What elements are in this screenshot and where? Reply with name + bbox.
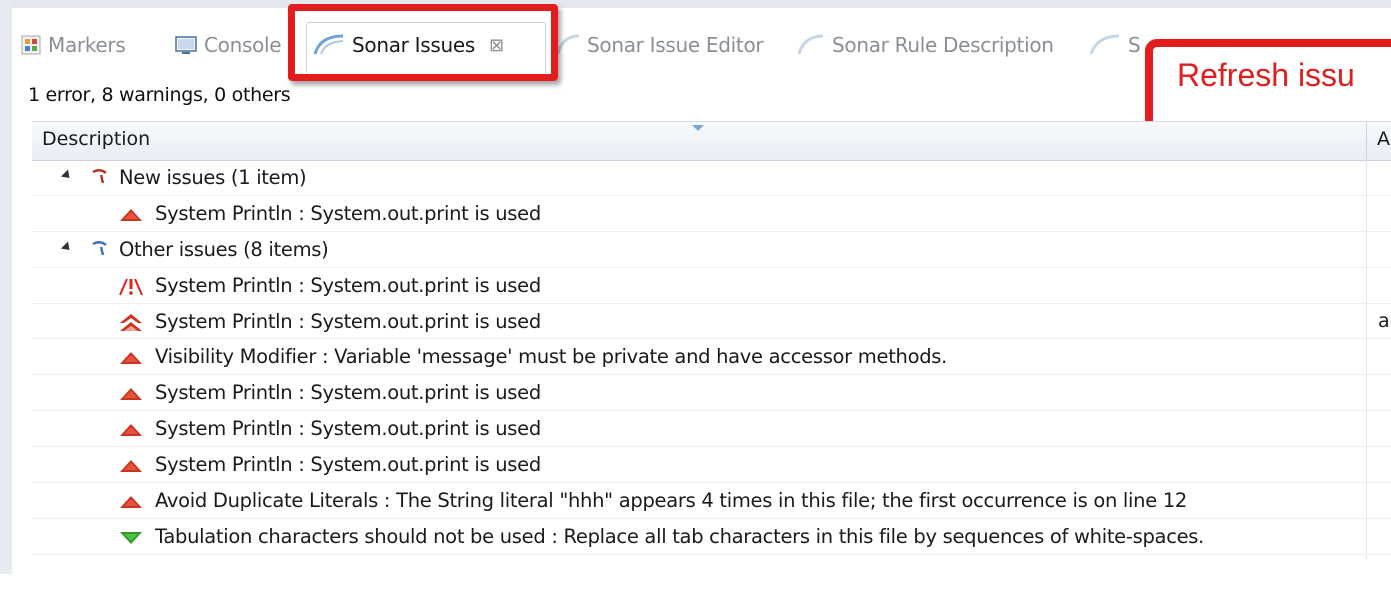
column-header-description[interactable]: Description <box>42 128 150 150</box>
sonar-issues-view: Markers Console Sonar Issues ⊠ Sonar Iss… <box>12 4 1391 574</box>
issue-description: Visibility Modifier : Variable 'message'… <box>155 345 948 369</box>
issue-description: System Println : System.out.print is use… <box>155 273 541 297</box>
issue-description: System Println : System.out.print is use… <box>155 201 541 225</box>
expanded-twistie-icon[interactable] <box>60 169 74 182</box>
issue-description: Tabulation characters should not be used… <box>155 524 1205 548</box>
sonar-icon <box>796 32 826 58</box>
sonar-icon <box>555 32 581 58</box>
tab-console[interactable]: Console <box>174 30 292 60</box>
table-row[interactable]: System Println : System.out.print is use… <box>32 411 1391 448</box>
issue-summary: 1 error, 8 warnings, 0 others <box>28 84 291 106</box>
major-severity-icon <box>118 491 144 515</box>
table-body: New issues (1 item) System Println : Sys… <box>32 160 1391 591</box>
window-frame-left <box>0 0 12 574</box>
markers-icon <box>20 34 42 56</box>
callout-text: Refresh issu <box>1177 57 1355 93</box>
group-label: Other issues (8 items) <box>119 237 329 261</box>
tab-sonar-issues[interactable]: Sonar Issues ⊠ <box>312 30 504 60</box>
tab-label: Sonar Issue Editor <box>587 33 764 57</box>
major-severity-icon <box>118 383 144 407</box>
table-row[interactable]: System Println : System.out.print is use… <box>32 268 1391 304</box>
group-label: New issues (1 item) <box>119 165 307 189</box>
issue-description: System Println : System.out.print is use… <box>155 417 541 441</box>
table-row[interactable]: System Println : System.out.print is use… <box>32 375 1391 412</box>
tab-sonar-more[interactable]: S <box>1088 30 1141 60</box>
new-issues-icon <box>90 166 110 190</box>
issue-description: System Println : System.out.print is use… <box>155 453 541 477</box>
close-tab-icon[interactable]: ⊠ <box>489 35 504 56</box>
column-header-second[interactable]: A <box>1377 128 1390 150</box>
console-icon <box>174 34 198 56</box>
major-severity-icon <box>118 419 144 443</box>
tab-markers[interactable]: Markers <box>20 30 126 60</box>
column-divider[interactable] <box>1366 122 1367 160</box>
table-row[interactable]: Tabulation characters should not be used… <box>32 519 1391 555</box>
sort-indicator-icon <box>692 125 704 131</box>
tab-label: Sonar Issues <box>352 33 475 57</box>
major-severity-icon <box>118 204 144 228</box>
table-header: Description A <box>32 121 1391 161</box>
tab-label: Console <box>204 33 282 57</box>
major-severity-icon <box>118 347 144 371</box>
other-issues-icon <box>90 238 110 262</box>
table-row-empty <box>32 555 1391 591</box>
table-row[interactable]: System Println : System.out.print is use… <box>32 447 1391 484</box>
table-row-group-other-issues[interactable]: Other issues (8 items) <box>32 232 1391 268</box>
table-row[interactable]: Avoid Duplicate Literals : The String li… <box>32 483 1391 519</box>
table-row-group-new-issues[interactable]: New issues (1 item) <box>32 160 1391 196</box>
table-row[interactable]: Visibility Modifier : Variable 'message'… <box>32 339 1391 376</box>
blocker-severity-icon <box>118 276 144 302</box>
issue-description: System Println : System.out.print is use… <box>155 309 541 333</box>
tab-label: Markers <box>48 33 126 57</box>
issue-extra-column: a <box>1378 310 1390 332</box>
table-row[interactable]: System Println : System.out.print is use… <box>32 304 1391 340</box>
major-severity-icon <box>118 455 144 479</box>
issues-table: Description A New issues (1 item) System… <box>32 121 1391 561</box>
tab-label: S <box>1128 33 1141 57</box>
minor-severity-icon <box>118 527 144 551</box>
tab-label: Sonar Rule Description <box>832 33 1054 57</box>
issue-description: Avoid Duplicate Literals : The String li… <box>155 488 1188 512</box>
critical-severity-icon <box>118 312 144 338</box>
sonar-icon <box>1088 32 1122 58</box>
sonar-icon <box>312 32 346 58</box>
window-frame-top <box>0 0 1391 8</box>
table-row[interactable]: System Println : System.out.print is use… <box>32 196 1391 232</box>
tab-sonar-issue-editor[interactable]: Sonar Issue Editor <box>555 30 764 60</box>
tab-sonar-rule-description[interactable]: Sonar Rule Description <box>796 30 1054 60</box>
issue-description: System Println : System.out.print is use… <box>155 381 541 405</box>
expanded-twistie-icon[interactable] <box>60 241 74 254</box>
